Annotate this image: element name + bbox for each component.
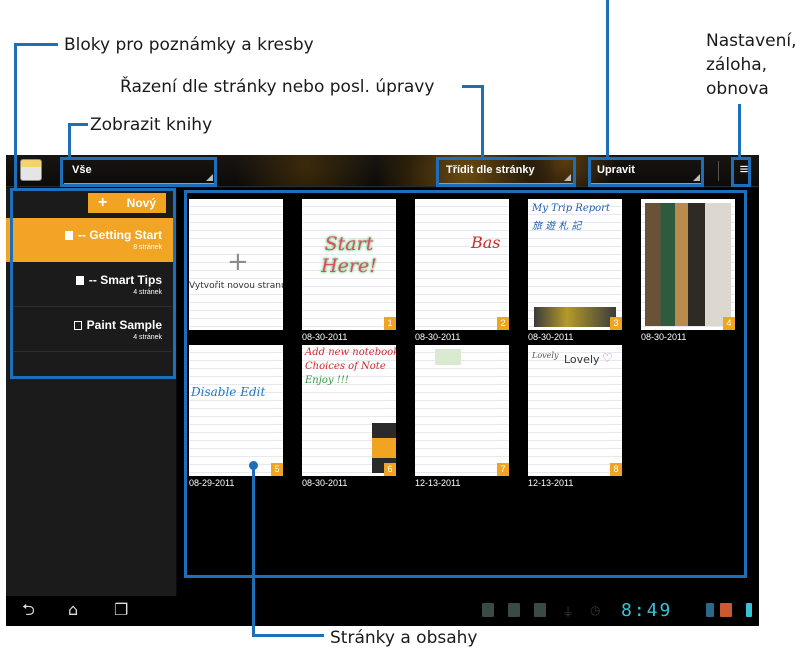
system-nav-bar: ⮌ ⌂ ❐ ⏚ ◷ 8:49 — [6, 596, 759, 626]
clock: 8:49 — [621, 600, 673, 621]
wifi-icon — [706, 603, 714, 617]
callout-view-books: Zobrazit knihy — [90, 115, 213, 135]
leader-pages-v — [252, 465, 255, 636]
sd-card-icon — [534, 603, 546, 617]
divider — [718, 161, 719, 181]
home-icon[interactable]: ⌂ — [68, 600, 78, 620]
highlight-menu — [731, 157, 751, 187]
download-icon — [508, 603, 520, 617]
leader-notebooks-h — [14, 43, 58, 46]
leader-notebooks-v — [14, 43, 17, 188]
highlight-sidebar — [10, 188, 176, 379]
callout-settings-2: záloha, — [706, 55, 768, 75]
highlight-sort — [436, 157, 576, 187]
leader-sort-v — [481, 85, 484, 157]
usb-icon: ⏚ — [562, 605, 575, 619]
leader-settings-v — [738, 104, 741, 157]
callout-settings-1: Nastavení, — [706, 31, 797, 51]
supernote-app-icon[interactable] — [20, 159, 42, 181]
callout-notebooks: Bloky pro poznámky a kresby — [64, 35, 314, 55]
signal-icon — [720, 603, 732, 617]
alarm-icon: ◷ — [590, 603, 601, 617]
callout-settings-3: obnova — [706, 79, 769, 99]
leader-edit-v — [606, 0, 609, 157]
highlight-pages — [184, 190, 747, 578]
highlight-view-books — [60, 157, 217, 187]
leader-pages-h — [252, 634, 324, 637]
callout-pages: Stránky a obsahy — [330, 628, 478, 648]
back-icon[interactable]: ⮌ — [22, 600, 35, 620]
leader-view-books-v — [68, 123, 71, 157]
battery-icon — [746, 603, 752, 617]
leader-view-books-h — [68, 123, 88, 126]
notification-icon — [482, 603, 494, 617]
recent-apps-icon[interactable]: ❐ — [114, 600, 128, 620]
callout-sort: Řazení dle stránky nebo posl. úpravy — [120, 77, 435, 97]
highlight-edit — [588, 157, 704, 187]
